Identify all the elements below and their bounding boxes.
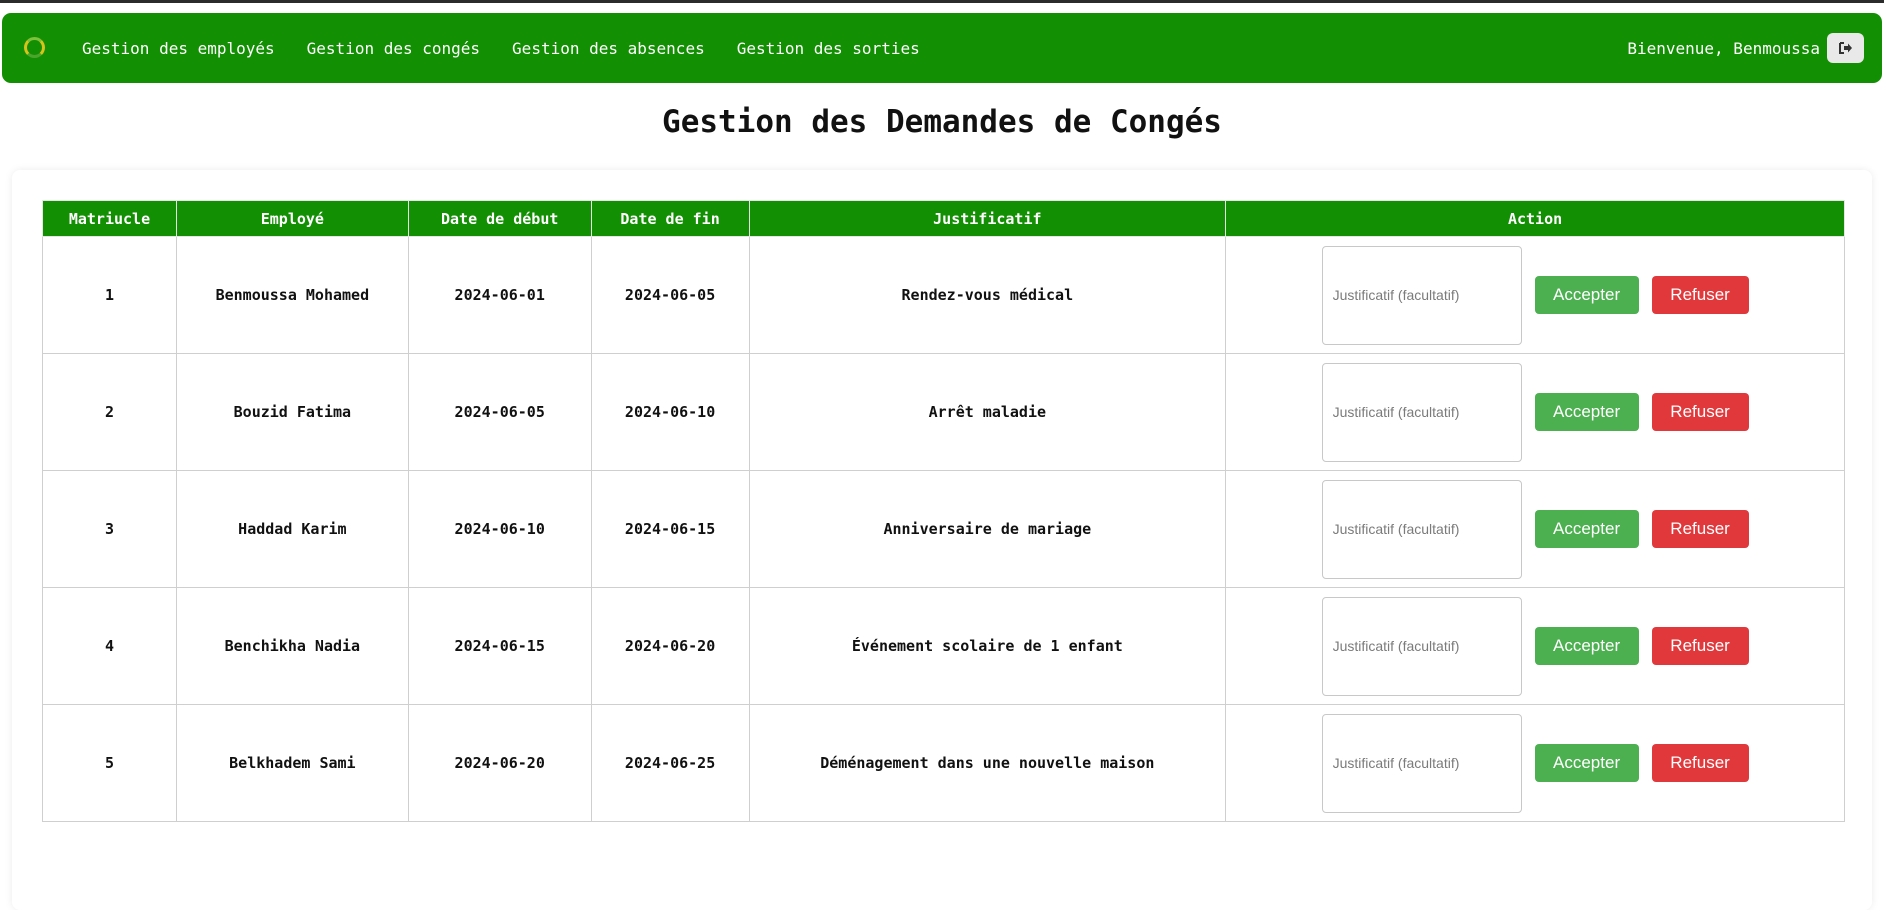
cell-justificatif: Déménagement dans une nouvelle maison (748, 704, 1227, 822)
cell-date-debut: 2024-06-05 (407, 353, 592, 471)
logo-icon[interactable] (24, 37, 45, 58)
cell-matricule: 2 (42, 353, 177, 471)
nav-link-absences[interactable]: Gestion des absences (512, 39, 705, 58)
cell-date-fin: 2024-06-20 (590, 587, 750, 705)
justificatif-input[interactable] (1321, 596, 1522, 696)
cell-matricule: 4 (42, 587, 177, 705)
refuse-button[interactable]: Refuser (1651, 627, 1749, 665)
top-navbar: Gestion des employés Gestion des congés … (2, 13, 1882, 83)
justificatif-input[interactable] (1321, 479, 1522, 579)
nav-link-conges[interactable]: Gestion des congés (307, 39, 480, 58)
cell-justificatif: Anniversaire de mariage (748, 470, 1227, 588)
header-matricule: Matriucle (42, 200, 177, 237)
cell-date-fin: 2024-06-15 (590, 470, 750, 588)
accept-button[interactable]: Accepter (1534, 276, 1639, 314)
cell-action: Accepter Refuser (1225, 236, 1845, 354)
justificatif-input[interactable] (1321, 713, 1522, 813)
cell-date-fin: 2024-06-05 (590, 236, 750, 354)
table-row: 4 Benchikha Nadia 2024-06-15 2024-06-20 … (42, 587, 1845, 705)
leave-requests-table: Matriucle Employé Date de début Date de … (42, 200, 1845, 822)
cell-matricule: 5 (42, 704, 177, 822)
nav-link-sorties[interactable]: Gestion des sorties (737, 39, 920, 58)
table-row: 2 Bouzid Fatima 2024-06-05 2024-06-10 Ar… (42, 353, 1845, 471)
refuse-button[interactable]: Refuser (1651, 744, 1749, 782)
nav-link-employes[interactable]: Gestion des employés (82, 39, 275, 58)
refuse-button[interactable]: Refuser (1651, 510, 1749, 548)
cell-justificatif: Rendez-vous médical (748, 236, 1227, 354)
accept-button[interactable]: Accepter (1534, 393, 1639, 431)
cell-date-fin: 2024-06-10 (590, 353, 750, 471)
cell-date-fin: 2024-06-25 (590, 704, 750, 822)
accept-button[interactable]: Accepter (1534, 510, 1639, 548)
header-date-debut: Date de début (407, 200, 592, 237)
sign-out-icon (1838, 42, 1852, 54)
justificatif-input[interactable] (1321, 245, 1522, 345)
nav-links: Gestion des employés Gestion des congés … (82, 13, 952, 83)
cell-action: Accepter Refuser (1225, 704, 1845, 822)
refuse-button[interactable]: Refuser (1651, 276, 1749, 314)
cell-justificatif: Événement scolaire de 1 enfant (748, 587, 1227, 705)
cell-date-debut: 2024-06-15 (407, 587, 592, 705)
cell-employe: Benchikha Nadia (175, 587, 409, 705)
cell-action: Accepter Refuser (1225, 470, 1845, 588)
cell-matricule: 1 (42, 236, 177, 354)
justificatif-input[interactable] (1321, 362, 1522, 462)
page-title: Gestion des Demandes de Congés (662, 104, 1222, 140)
welcome-text: Bienvenue, Benmoussa (1627, 38, 1820, 58)
table-row: 3 Haddad Karim 2024-06-10 2024-06-15 Ann… (42, 470, 1845, 588)
top-border (0, 0, 1884, 3)
table-header-row: Matriucle Employé Date de début Date de … (42, 200, 1845, 237)
cell-employe: Haddad Karim (175, 470, 409, 588)
header-justificatif: Justificatif (748, 200, 1227, 237)
cell-employe: Benmoussa Mohamed (175, 236, 409, 354)
cell-action: Accepter Refuser (1225, 587, 1845, 705)
cell-employe: Belkhadem Sami (175, 704, 409, 822)
table-row: 5 Belkhadem Sami 2024-06-20 2024-06-25 D… (42, 704, 1845, 822)
header-employe: Employé (175, 200, 409, 237)
header-action: Action (1225, 200, 1845, 237)
cell-justificatif: Arrêt maladie (748, 353, 1227, 471)
cell-date-debut: 2024-06-10 (407, 470, 592, 588)
cell-date-debut: 2024-06-01 (407, 236, 592, 354)
cell-action: Accepter Refuser (1225, 353, 1845, 471)
table-row: 1 Benmoussa Mohamed 2024-06-01 2024-06-0… (42, 236, 1845, 354)
cell-employe: Bouzid Fatima (175, 353, 409, 471)
logout-button[interactable] (1827, 33, 1864, 63)
cell-date-debut: 2024-06-20 (407, 704, 592, 822)
accept-button[interactable]: Accepter (1534, 744, 1639, 782)
accept-button[interactable]: Accepter (1534, 627, 1639, 665)
cell-matricule: 3 (42, 470, 177, 588)
refuse-button[interactable]: Refuser (1651, 393, 1749, 431)
header-date-fin: Date de fin (590, 200, 750, 237)
